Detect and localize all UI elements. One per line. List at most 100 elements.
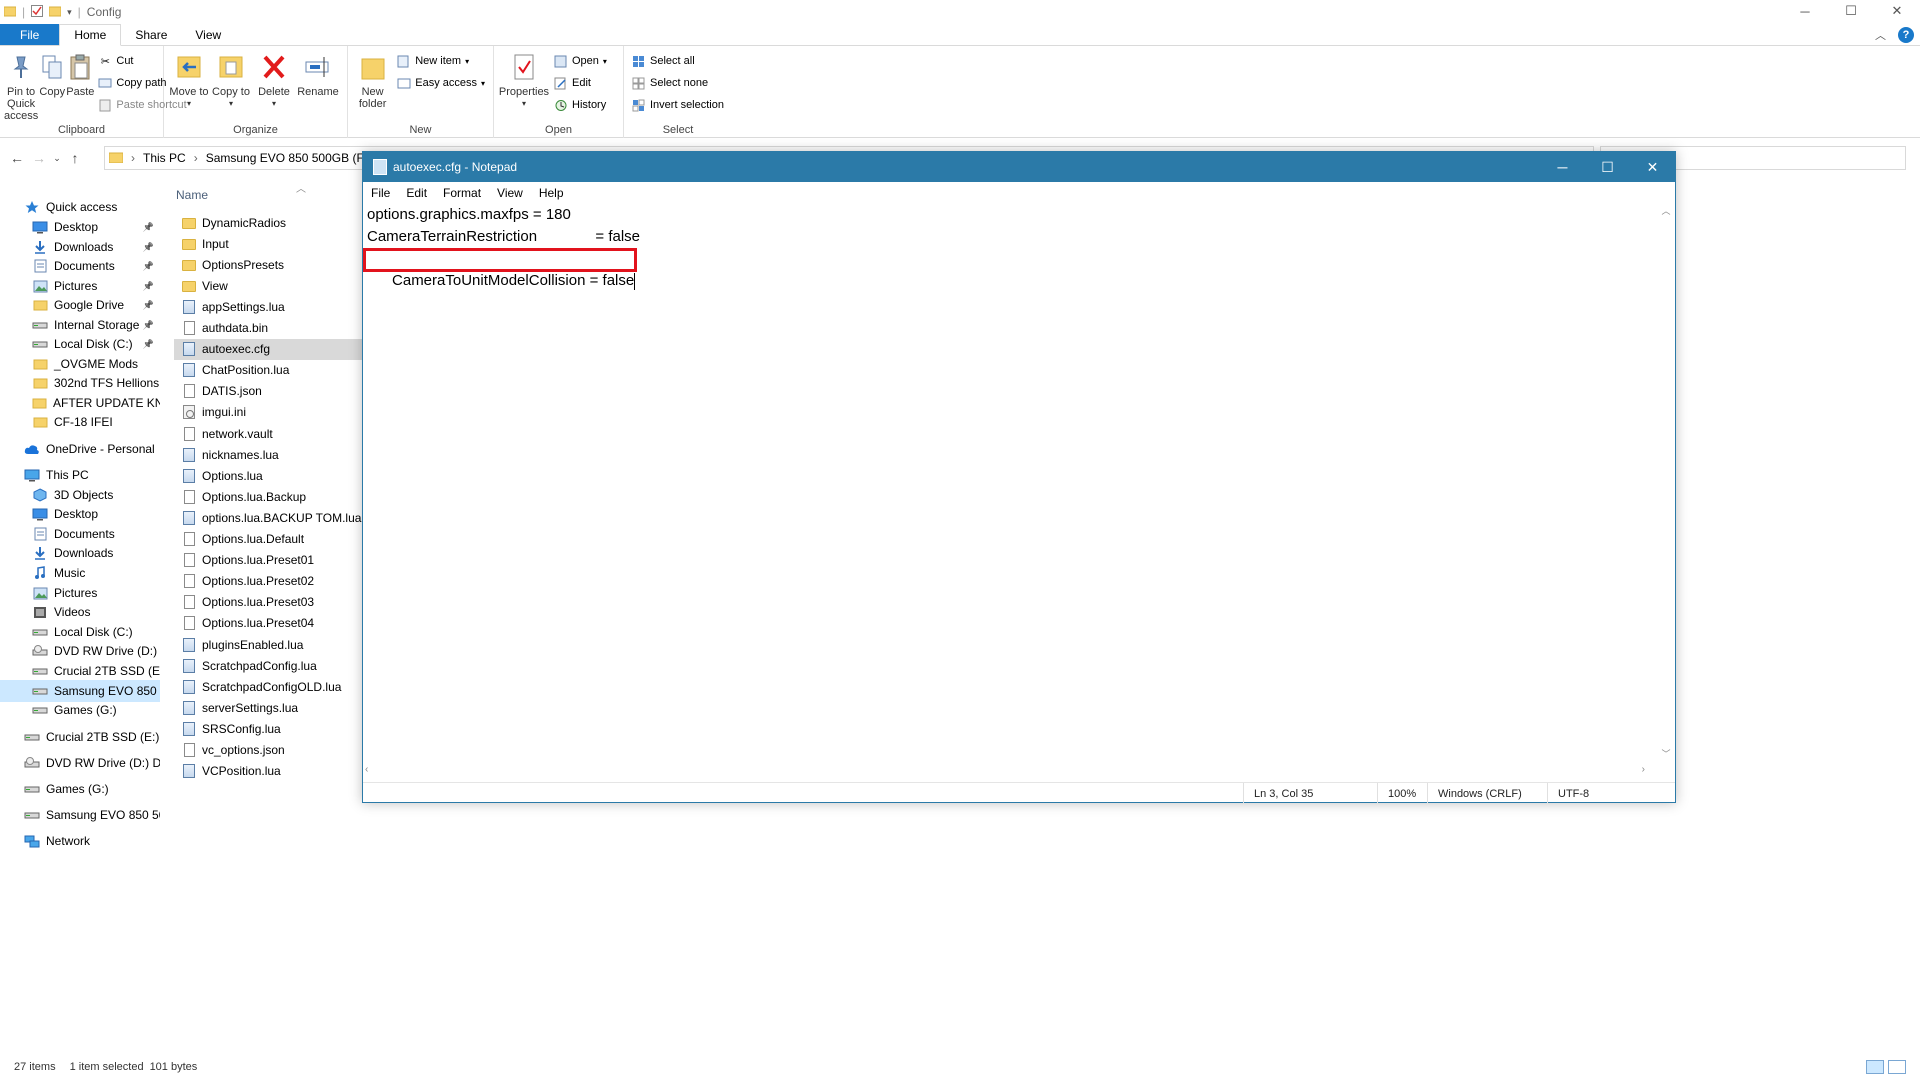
nav-item[interactable]: This PC	[0, 464, 160, 486]
file-row[interactable]: View	[174, 275, 362, 296]
new-folder-qat-icon[interactable]	[48, 5, 62, 20]
file-row[interactable]: Options.lua	[174, 465, 362, 486]
nav-item[interactable]: Samsung EVO 850 50	[0, 804, 160, 826]
large-icons-view-icon[interactable]	[1888, 1060, 1906, 1074]
tab-home[interactable]: Home	[59, 24, 122, 46]
back-arrow-icon[interactable]: ←	[6, 150, 28, 166]
file-row[interactable]: DynamicRadios	[174, 212, 362, 233]
file-row[interactable]: serverSettings.lua	[174, 697, 362, 718]
menu-edit[interactable]: Edit	[398, 186, 435, 200]
edit-button[interactable]: Edit	[554, 74, 607, 92]
file-row[interactable]: Options.lua.Preset01	[174, 550, 362, 571]
file-name: Options.lua.Backup	[202, 489, 307, 504]
notepad-maximize-button[interactable]: ☐	[1585, 152, 1630, 182]
select-none-button[interactable]: Select none	[632, 74, 724, 92]
notepad-text-area[interactable]: options.graphics.maxfps = 180 CameraTerr…	[363, 204, 1657, 778]
properties-check-icon[interactable]	[31, 4, 44, 20]
history-button[interactable]: History	[554, 96, 607, 114]
file-row[interactable]: pluginsEnabled.lua	[174, 634, 362, 655]
select-none-icon	[632, 76, 646, 90]
nav-item[interactable]: Quick access	[0, 196, 160, 218]
vertical-scrollbar[interactable]: ︿ ﹀	[1659, 204, 1673, 760]
file-row[interactable]: nicknames.lua	[174, 444, 362, 465]
menu-file[interactable]: File	[363, 186, 398, 200]
drive-icon	[32, 318, 48, 332]
help-icon[interactable]: ?	[1898, 27, 1914, 43]
tab-view[interactable]: View	[181, 24, 235, 45]
up-arrow-icon[interactable]: ↑	[64, 150, 86, 166]
notepad-close-button[interactable]: ✕	[1630, 152, 1675, 182]
scroll-left-icon[interactable]: ‹	[365, 764, 368, 775]
file-row[interactable]: Options.lua.Preset04	[174, 613, 362, 634]
file-row[interactable]: ChatPosition.lua	[174, 360, 362, 381]
easy-access-button[interactable]: Easy access ▾	[397, 74, 485, 92]
nav-item[interactable]: Games (G:)	[0, 699, 160, 721]
nav-item[interactable]: Games (G:)	[0, 778, 160, 800]
file-row[interactable]: autoexec.cfg	[174, 338, 362, 360]
horizontal-scrollbar[interactable]: ‹ ›	[365, 764, 1655, 778]
nav-item[interactable]: 302nd TFS Hellions	[0, 372, 160, 394]
nav-item[interactable]: Desktop 📌	[0, 216, 160, 238]
nav-item[interactable]: Crucial 2TB SSD (E:)	[0, 660, 160, 682]
recent-locations-icon[interactable]: ⌄	[50, 153, 64, 164]
scroll-down-icon[interactable]: ﹀	[1659, 747, 1673, 760]
new-item-button[interactable]: New item ▾	[397, 52, 485, 70]
collapse-ribbon-icon[interactable]: ︿	[1875, 27, 1886, 43]
file-row[interactable]: SRSConfig.lua	[174, 718, 362, 739]
video-icon	[32, 605, 48, 619]
file-row[interactable]: ScratchpadConfig.lua	[174, 655, 362, 676]
nav-item[interactable]: DVD RW Drive (D:) D	[0, 640, 160, 662]
nav-item[interactable]: Network	[0, 830, 160, 852]
nav-item[interactable]: Music	[0, 562, 160, 584]
tab-file[interactable]: File	[0, 24, 60, 45]
nav-item[interactable]: Desktop	[0, 503, 160, 525]
qat-dropdown-icon[interactable]: ▾	[67, 7, 72, 18]
file-row[interactable]: ScratchpadConfigOLD.lua	[174, 676, 362, 697]
scroll-right-icon[interactable]: ›	[1642, 764, 1645, 775]
breadcrumb-drive[interactable]: Samsung EVO 850 500GB (F:)	[206, 151, 371, 165]
name-column-header[interactable]: Name	[176, 184, 356, 206]
file-row[interactable]: Input	[174, 233, 362, 254]
dvd-icon	[24, 756, 40, 770]
forward-arrow-icon[interactable]: →	[28, 150, 50, 166]
breadcrumb-this-pc[interactable]: This PC	[143, 151, 186, 165]
file-row[interactable]: Options.lua.Preset03	[174, 592, 362, 613]
file-row[interactable]: vc_options.json	[174, 740, 362, 761]
nav-item[interactable]: Local Disk (C:) 📌	[0, 333, 160, 355]
folder-icon	[182, 215, 196, 231]
file-row[interactable]: Options.lua.Default	[174, 529, 362, 550]
open-button[interactable]: Open ▾	[554, 52, 607, 70]
file-row[interactable]: Options.lua.Backup	[174, 486, 362, 507]
close-button[interactable]: ✕	[1874, 0, 1920, 22]
file-row[interactable]: Options.lua.Preset02	[174, 571, 362, 592]
invert-selection-button[interactable]: Invert selection	[632, 96, 724, 114]
nav-item[interactable]: DVD RW Drive (D:) DI	[0, 752, 160, 774]
tab-share[interactable]: Share	[121, 24, 181, 45]
maximize-button[interactable]: ☐	[1828, 0, 1874, 22]
file-row[interactable]: OptionsPresets	[174, 254, 362, 275]
file-row[interactable]: options.lua.BACKUP TOM.lua	[174, 507, 362, 528]
nav-item[interactable]: Documents 📌	[0, 255, 160, 277]
minimize-button[interactable]: ─	[1782, 0, 1828, 22]
nav-item[interactable]: Downloads	[0, 542, 160, 564]
nav-item[interactable]: Google Drive 📌	[0, 294, 160, 316]
file-row[interactable]: imgui.ini	[174, 402, 362, 423]
menu-help[interactable]: Help	[531, 186, 572, 200]
open-icon	[554, 54, 568, 68]
file-row[interactable]: DATIS.json	[174, 381, 362, 402]
script-file-icon	[182, 362, 196, 378]
nav-item[interactable]: CF-18 IFEI	[0, 411, 160, 433]
file-row[interactable]: authdata.bin	[174, 318, 362, 339]
scroll-up-icon[interactable]: ︿	[1659, 204, 1673, 217]
nav-item[interactable]: OneDrive - Personal	[0, 438, 160, 460]
menu-view[interactable]: View	[489, 186, 531, 200]
file-row[interactable]: network.vault	[174, 423, 362, 444]
file-row[interactable]: appSettings.lua	[174, 296, 362, 317]
menu-format[interactable]: Format	[435, 186, 489, 200]
select-all-button[interactable]: Select all	[632, 52, 724, 70]
file-row[interactable]: VCPosition.lua	[174, 761, 362, 782]
details-view-icon[interactable]	[1866, 1060, 1884, 1074]
nav-item[interactable]: Videos	[0, 601, 160, 623]
notepad-minimize-button[interactable]: ─	[1540, 152, 1585, 182]
nav-item[interactable]: Crucial 2TB SSD (E:)	[0, 726, 160, 748]
